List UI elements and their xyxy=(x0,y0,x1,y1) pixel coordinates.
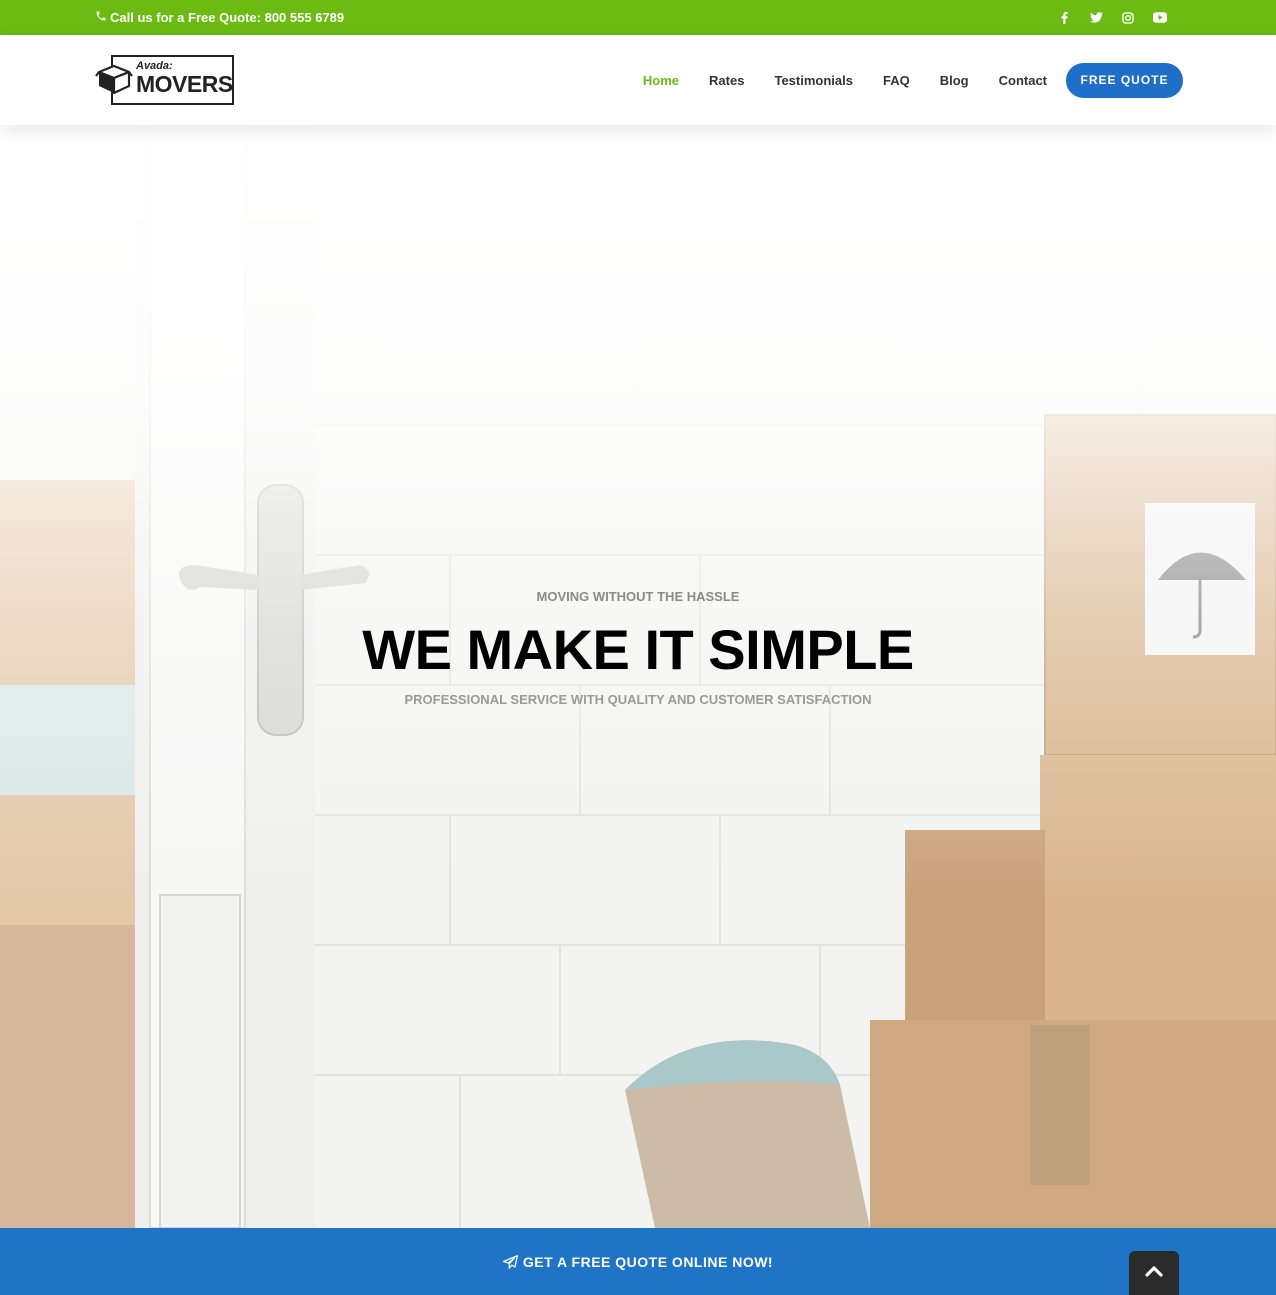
paper-plane-icon xyxy=(502,1254,518,1269)
phone-cta[interactable]: Call us for a Free Quote: 800 555 6789 xyxy=(95,0,344,35)
site-logo[interactable]: Avada: MOVERS xyxy=(95,54,235,106)
hero-subheadline: PROFESSIONAL SERVICE WITH QUALITY AND CU… xyxy=(404,692,872,707)
top-bar: Call us for a Free Quote: 800 555 6789 xyxy=(0,0,1276,35)
scroll-to-top-button[interactable] xyxy=(1129,1251,1179,1295)
phone-icon xyxy=(95,0,107,35)
social-links xyxy=(1048,0,1176,35)
phone-text: Call us for a Free Quote: 800 555 6789 xyxy=(110,10,345,25)
logo-big-text: MOVERS xyxy=(136,71,233,97)
box-icon xyxy=(95,64,133,95)
free-quote-button[interactable]: FREE QUOTE xyxy=(1066,62,1183,98)
quote-banner-label: GET A FREE QUOTE ONLINE NOW! xyxy=(522,1253,774,1270)
nav-item-rates[interactable]: Rates xyxy=(709,73,744,88)
quote-banner: GET A FREE QUOTE ONLINE NOW! xyxy=(0,1228,1276,1295)
site-header: Avada: MOVERS Home Rates Testimonials FA… xyxy=(0,35,1276,125)
nav-item-testimonials[interactable]: Testimonials xyxy=(774,73,853,88)
twitter-icon[interactable] xyxy=(1080,0,1112,35)
facebook-icon[interactable] xyxy=(1048,0,1080,35)
nav-item-blog[interactable]: Blog xyxy=(940,73,969,88)
main-nav: Home Rates Testimonials FAQ Blog Contact… xyxy=(613,35,1183,125)
nav-item-faq[interactable]: FAQ xyxy=(883,73,910,88)
youtube-icon[interactable] xyxy=(1144,0,1176,35)
quote-banner-link[interactable]: GET A FREE QUOTE ONLINE NOW! xyxy=(0,1228,1276,1295)
nav-item-contact[interactable]: Contact xyxy=(999,73,1047,88)
hero-kicker: MOVING WITHOUT THE HASSLE xyxy=(536,589,740,604)
nav-item-home[interactable]: Home xyxy=(643,73,679,88)
instagram-icon[interactable] xyxy=(1112,0,1144,35)
chevron-up-icon xyxy=(1145,1264,1163,1282)
hero-section: MOVING WITHOUT THE HASSLE WE MAKE IT SIM… xyxy=(0,125,1276,1228)
hero-headline: WE MAKE IT SIMPLE xyxy=(362,618,914,681)
